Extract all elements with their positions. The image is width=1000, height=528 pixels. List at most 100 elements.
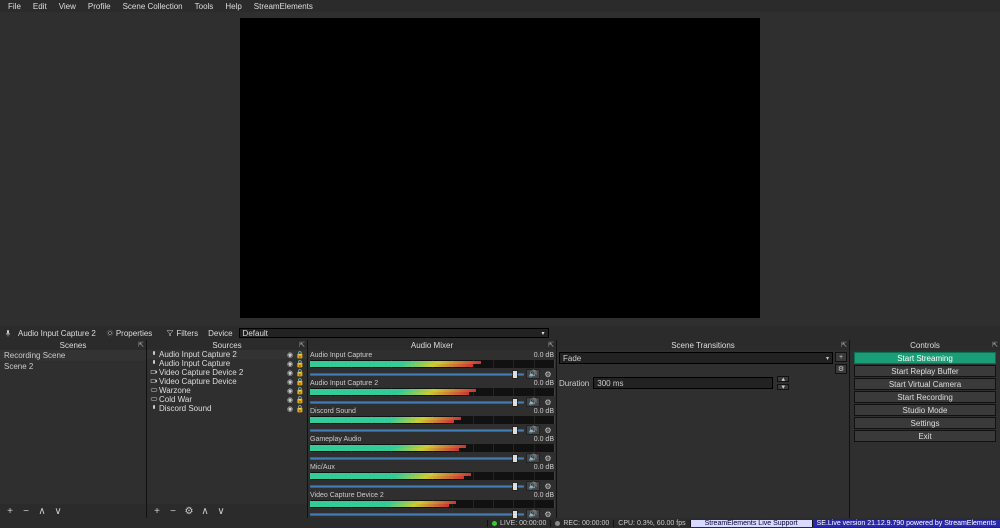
- lock-toggle[interactable]: 🔒: [295, 351, 305, 359]
- lock-toggle[interactable]: 🔒: [295, 405, 305, 413]
- mixer-track[interactable]: Video Capture Device 20.0 dB🔊⚙: [310, 492, 554, 518]
- slider-knob[interactable]: [512, 454, 518, 463]
- scene-item[interactable]: Recording Scene: [0, 350, 146, 361]
- slider-knob[interactable]: [512, 426, 518, 435]
- track-settings-button[interactable]: ⚙: [542, 454, 554, 463]
- popout-icon[interactable]: ⇱: [992, 341, 998, 349]
- visibility-toggle[interactable]: ◉: [285, 351, 295, 359]
- lock-toggle[interactable]: 🔒: [295, 378, 305, 386]
- menu-file[interactable]: File: [2, 2, 27, 11]
- track-settings-button[interactable]: ⚙: [542, 426, 554, 435]
- menu-scene-collection[interactable]: Scene Collection: [117, 2, 189, 11]
- duration-input[interactable]: 300 ms: [593, 377, 773, 389]
- menu-streamelements[interactable]: StreamElements: [248, 2, 319, 11]
- menu-help[interactable]: Help: [219, 2, 247, 11]
- source-row[interactable]: Audio Input Capture 2◉🔒: [147, 350, 307, 359]
- popout-icon[interactable]: ⇱: [841, 341, 847, 349]
- popout-icon[interactable]: ⇱: [548, 341, 554, 349]
- transition-add-button[interactable]: +: [835, 352, 847, 362]
- studio-mode-button[interactable]: Studio Mode: [854, 404, 996, 416]
- volume-slider[interactable]: [310, 513, 524, 516]
- source-row[interactable]: Video Capture Device◉🔒: [147, 377, 307, 386]
- mute-button[interactable]: 🔊: [526, 397, 540, 407]
- scenes-list: Recording SceneScene 2: [0, 350, 146, 504]
- duration-down-button[interactable]: ▾: [777, 384, 789, 390]
- volume-slider[interactable]: [310, 429, 524, 432]
- mixer-track[interactable]: Audio Input Capture0.0 dB🔊⚙: [310, 352, 554, 379]
- visibility-toggle[interactable]: ◉: [285, 360, 295, 368]
- filters-button[interactable]: Filters: [162, 329, 202, 338]
- source-props-button[interactable]: ⚙: [183, 506, 195, 517]
- mixer-track[interactable]: Audio Input Capture 20.0 dB🔊⚙: [310, 380, 554, 407]
- source-row[interactable]: Discord Sound◉🔒: [147, 404, 307, 413]
- mute-button[interactable]: 🔊: [526, 509, 540, 518]
- exit-button[interactable]: Exit: [854, 430, 996, 442]
- mixer-track[interactable]: Mic/Aux0.0 dB🔊⚙: [310, 464, 554, 491]
- track-settings-button[interactable]: ⚙: [542, 510, 554, 519]
- visibility-toggle[interactable]: ◉: [285, 378, 295, 386]
- track-name: Discord Sound: [310, 408, 356, 416]
- mixer-track[interactable]: Gameplay Audio0.0 dB🔊⚙: [310, 436, 554, 463]
- source-row[interactable]: Video Capture Device 2◉🔒: [147, 368, 307, 377]
- menu-profile[interactable]: Profile: [82, 2, 117, 11]
- transition-dropdown[interactable]: Fade ▾: [559, 352, 833, 364]
- mute-button[interactable]: 🔊: [526, 481, 540, 491]
- program-preview[interactable]: [240, 18, 760, 318]
- slider-knob[interactable]: [512, 510, 518, 519]
- lock-toggle[interactable]: 🔒: [295, 369, 305, 377]
- mute-button[interactable]: 🔊: [526, 369, 540, 379]
- remove-scene-button[interactable]: −: [20, 506, 32, 517]
- mixer-body: Audio Input Capture0.0 dB🔊⚙Audio Input C…: [308, 350, 556, 518]
- menu-view[interactable]: View: [53, 2, 82, 11]
- popout-icon[interactable]: ⇱: [299, 341, 305, 349]
- device-dropdown[interactable]: Default ▾: [239, 328, 549, 338]
- source-row[interactable]: Cold War◉🔒: [147, 395, 307, 404]
- menu-tools[interactable]: Tools: [189, 2, 220, 11]
- lock-toggle[interactable]: 🔒: [295, 396, 305, 404]
- source-row[interactable]: Warzone◉🔒: [147, 386, 307, 395]
- visibility-toggle[interactable]: ◉: [285, 369, 295, 377]
- track-name: Audio Input Capture: [310, 352, 372, 360]
- volume-slider[interactable]: [310, 485, 524, 488]
- lock-toggle[interactable]: 🔒: [295, 387, 305, 395]
- properties-button[interactable]: Properties: [102, 329, 156, 338]
- visibility-toggle[interactable]: ◉: [285, 396, 295, 404]
- slider-knob[interactable]: [512, 482, 518, 491]
- mute-button[interactable]: 🔊: [526, 425, 540, 435]
- volume-slider[interactable]: [310, 401, 524, 404]
- menubar: FileEditViewProfileScene CollectionTools…: [0, 0, 1000, 12]
- settings-button[interactable]: Settings: [854, 417, 996, 429]
- remove-source-button[interactable]: −: [167, 506, 179, 517]
- start-replay-buffer-button[interactable]: Start Replay Buffer: [854, 365, 996, 377]
- scene-down-button[interactable]: ∨: [52, 506, 64, 517]
- visibility-toggle[interactable]: ◉: [285, 387, 295, 395]
- start-streaming-button[interactable]: Start Streaming: [854, 352, 996, 364]
- visibility-toggle[interactable]: ◉: [285, 405, 295, 413]
- add-scene-button[interactable]: +: [4, 506, 16, 517]
- volume-slider[interactable]: [310, 373, 524, 376]
- se-support-button[interactable]: StreamElements Live Support: [690, 520, 812, 527]
- lock-toggle[interactable]: 🔒: [295, 360, 305, 368]
- mixer-track[interactable]: Discord Sound0.0 dB🔊⚙: [310, 408, 554, 435]
- rec-dot-icon: [555, 521, 560, 526]
- scene-item[interactable]: Scene 2: [0, 361, 146, 372]
- start-virtual-camera-button[interactable]: Start Virtual Camera: [854, 378, 996, 390]
- mute-button[interactable]: 🔊: [526, 453, 540, 463]
- menu-edit[interactable]: Edit: [27, 2, 53, 11]
- slider-knob[interactable]: [512, 370, 518, 379]
- track-settings-button[interactable]: ⚙: [542, 370, 554, 379]
- slider-knob[interactable]: [512, 398, 518, 407]
- source-row[interactable]: Audio Input Capture◉🔒: [147, 359, 307, 368]
- volume-slider[interactable]: [310, 457, 524, 460]
- duration-up-button[interactable]: ▴: [777, 376, 789, 382]
- track-settings-button[interactable]: ⚙: [542, 482, 554, 491]
- source-up-button[interactable]: ∧: [199, 506, 211, 517]
- start-recording-button[interactable]: Start Recording: [854, 391, 996, 403]
- transition-config-button[interactable]: ⚙: [835, 364, 847, 374]
- popout-icon[interactable]: ⇱: [138, 341, 144, 349]
- add-source-button[interactable]: +: [151, 506, 163, 517]
- panel-title-label: Audio Mixer: [411, 341, 453, 350]
- source-down-button[interactable]: ∨: [215, 506, 227, 517]
- scene-up-button[interactable]: ∧: [36, 506, 48, 517]
- track-settings-button[interactable]: ⚙: [542, 398, 554, 407]
